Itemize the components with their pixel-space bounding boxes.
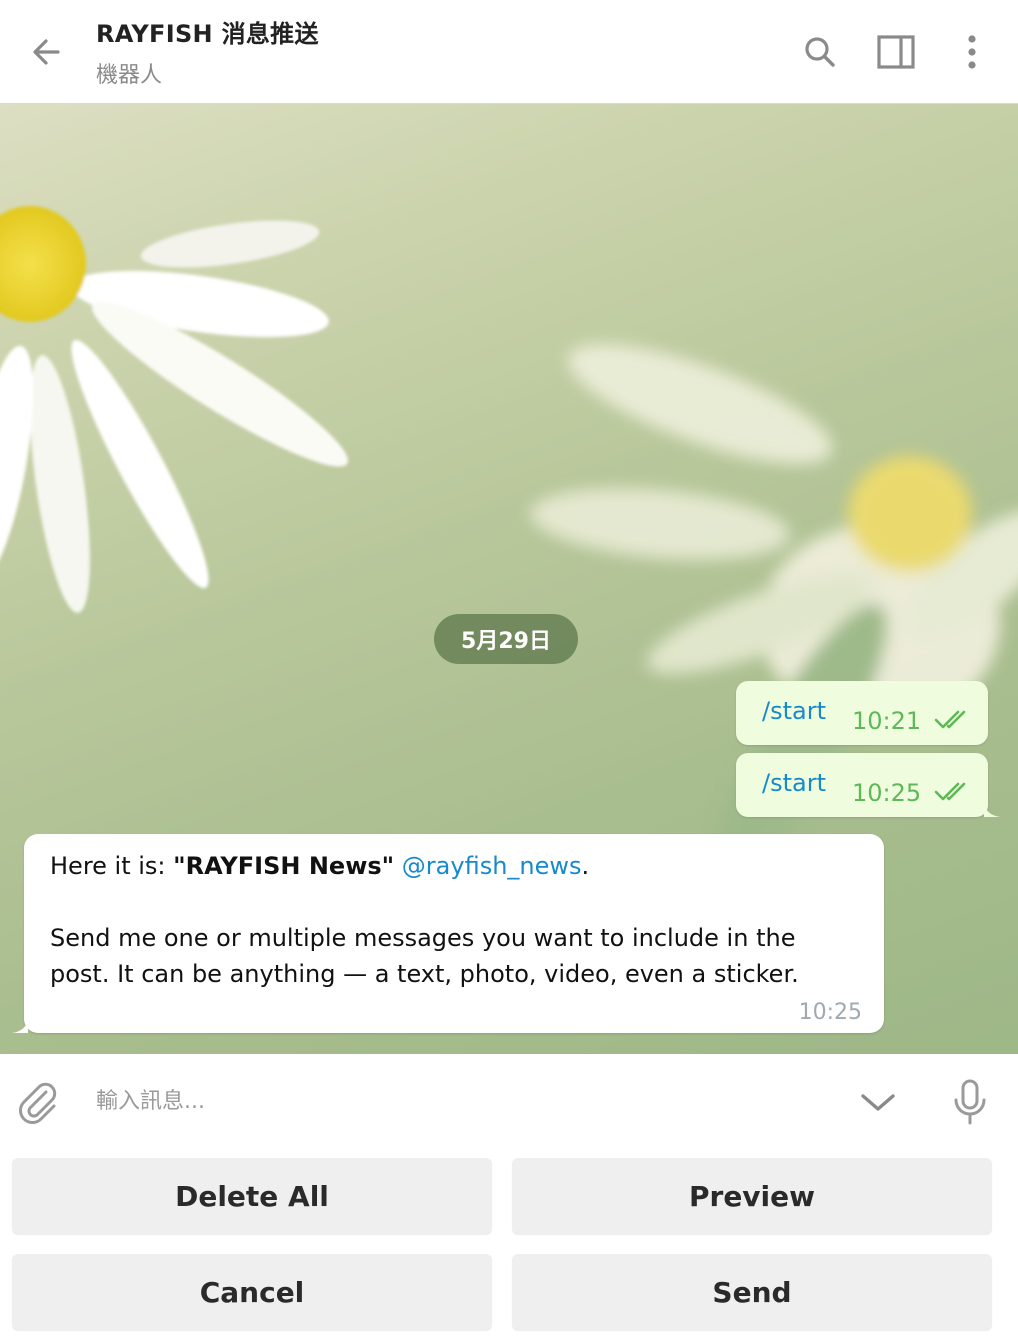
message-paragraph: Send me one or multiple messages you wan…: [50, 924, 799, 988]
message-intro: Here it is:: [50, 852, 174, 880]
double-check-icon: [934, 782, 966, 801]
voice-record-button[interactable]: [944, 1074, 996, 1130]
preview-button[interactable]: Preview: [512, 1158, 992, 1234]
search-icon: [805, 37, 835, 67]
channel-mention-link[interactable]: @rayfish_news: [402, 852, 582, 880]
bot-command-link[interactable]: /start: [762, 769, 826, 797]
cancel-button[interactable]: Cancel: [12, 1254, 492, 1330]
bot-reply-keyboard: Delete All Preview Cancel Send: [0, 1148, 1018, 1342]
back-arrow-icon: [33, 39, 60, 65]
paperclip-icon: [19, 1082, 57, 1124]
chat-header: RAYFISH 消息推送 機器人: [0, 0, 1018, 104]
toggle-keyboard-button[interactable]: [854, 1078, 902, 1126]
back-button[interactable]: [22, 28, 70, 76]
chat-area[interactable]: 5月29日 /start 10:21 /start 10:25 Here it …: [0, 104, 1018, 1054]
sidebar-toggle-icon: [877, 35, 915, 69]
bot-command-link[interactable]: /start: [762, 697, 826, 725]
incoming-message[interactable]: Here it is: "RAYFISH News" @rayfish_news…: [12, 834, 884, 1033]
message-time: 10:21: [852, 707, 922, 735]
sidebar-toggle-button[interactable]: [872, 28, 920, 76]
chevron-down-icon: [861, 1094, 895, 1111]
bubble-tail: [12, 1019, 28, 1033]
send-button[interactable]: Send: [512, 1254, 992, 1330]
message-period: .: [581, 852, 590, 880]
message-input[interactable]: [96, 1076, 796, 1126]
more-vertical-icon: [968, 35, 976, 69]
channel-title: "RAYFISH News": [173, 852, 395, 880]
date-separator: 5月29日: [434, 614, 578, 664]
message-time: 10:25: [798, 1000, 862, 1025]
search-button[interactable]: [796, 28, 844, 76]
chat-title-block[interactable]: RAYFISH 消息推送 機器人: [96, 14, 319, 89]
message-composer: [0, 1054, 1018, 1148]
message-text: Here it is: "RAYFISH News" @rayfish_news…: [50, 848, 860, 992]
outgoing-message[interactable]: /start 10:21: [736, 681, 988, 745]
delete-all-button[interactable]: Delete All: [12, 1158, 492, 1234]
microphone-icon: [954, 1079, 986, 1125]
text-space: [394, 852, 402, 880]
message-time: 10:25: [852, 779, 922, 807]
chat-title: RAYFISH 消息推送: [96, 20, 319, 48]
message-first-line: Here it is: "RAYFISH News" @rayfish_news…: [50, 848, 860, 884]
chat-subtitle: 機器人: [96, 63, 163, 88]
bubble-tail: [984, 803, 1000, 817]
attach-button[interactable]: [12, 1076, 64, 1128]
more-menu-button[interactable]: [948, 28, 996, 76]
outgoing-message[interactable]: /start 10:25: [736, 753, 1000, 817]
double-check-icon: [934, 710, 966, 729]
